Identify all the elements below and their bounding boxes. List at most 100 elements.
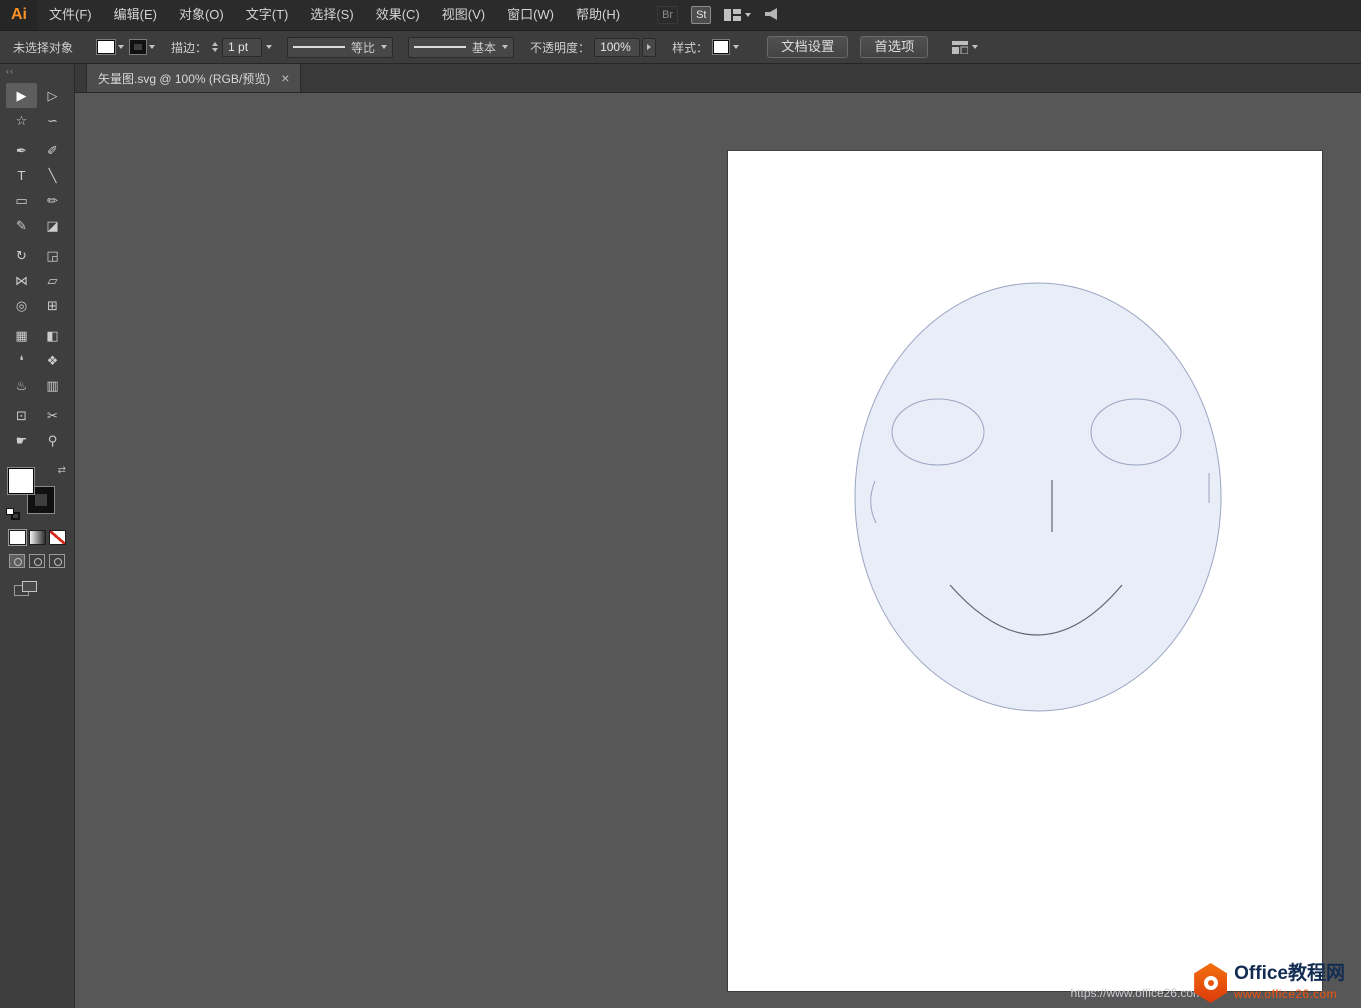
- style-swatch[interactable]: [713, 40, 730, 54]
- type-tool[interactable]: T: [6, 163, 37, 188]
- share-icon[interactable]: [764, 7, 780, 24]
- watermark-faint-url: https://www.office26.com: [1070, 986, 1203, 1000]
- zoom-tool[interactable]: ⚲: [37, 428, 68, 453]
- stroke-swatch[interactable]: [130, 40, 146, 54]
- fill-swatch[interactable]: [97, 40, 115, 54]
- document-tab-bar: 矢量图.svg @ 100% (RGB/预览) ×: [75, 64, 1361, 93]
- hand-tool[interactable]: ☛: [6, 428, 37, 453]
- megaphone-icon: [765, 7, 778, 20]
- document-tab[interactable]: 矢量图.svg @ 100% (RGB/预览) ×: [86, 64, 302, 92]
- menu-edit[interactable]: 编辑(E): [103, 0, 168, 30]
- screen-mode-front-icon: [22, 581, 37, 592]
- bridge-icon[interactable]: Br: [657, 6, 679, 24]
- stroke-color-well[interactable]: [130, 40, 155, 54]
- draw-normal-button[interactable]: [9, 554, 25, 568]
- perspective-grid-tool[interactable]: ⊞: [37, 293, 68, 318]
- free-transform-tool[interactable]: ▱: [37, 268, 68, 293]
- opacity-label: 不透明度：: [530, 40, 591, 55]
- menu-effect[interactable]: 效果(C): [365, 0, 431, 30]
- stepper-up-icon[interactable]: [212, 42, 219, 46]
- style-dropdown-icon[interactable]: [733, 45, 740, 49]
- blend-tool[interactable]: ❖: [37, 348, 68, 373]
- width-profile-dropdown[interactable]: 等比: [287, 36, 394, 58]
- selection-tool[interactable]: ▶: [6, 83, 37, 108]
- pen-tool[interactable]: ✒: [6, 138, 37, 163]
- collapse-toolbar-icon[interactable]: ‹‹: [0, 64, 74, 79]
- app-logo[interactable]: Ai: [0, 0, 38, 30]
- preferences-button[interactable]: 首选项: [860, 36, 929, 58]
- opacity-input[interactable]: 100%: [594, 37, 641, 57]
- magic-wand-tool[interactable]: ☆: [6, 108, 37, 133]
- shape-builder-tool[interactable]: ◎: [6, 293, 37, 318]
- panel-toggle[interactable]: [952, 40, 979, 54]
- workspace-switcher-icon[interactable]: [724, 9, 752, 21]
- watermark-url: www.office26.com: [1234, 987, 1338, 1002]
- menu-bar: Ai 文件(F) 编辑(E) 对象(O) 文字(T) 选择(S) 效果(C) 视…: [0, 0, 1361, 30]
- opacity-panel-button[interactable]: [642, 37, 657, 57]
- menu-type[interactable]: 文字(T): [235, 0, 300, 30]
- fill-color-swatch[interactable]: [8, 468, 34, 494]
- tools-panel: ‹‹ ▶ ▷ ☆ ∽ ✒ ✐ T ╲ ▭ ✏ ✎ ◪ ↻ ◲ ⋈ ▱ ◎ ⊞ ▦…: [0, 64, 75, 1008]
- watermark-ring-icon: [1203, 976, 1218, 990]
- chevron-down-icon: [149, 45, 155, 49]
- illustrator-window: Ai 文件(F) 编辑(E) 对象(O) 文字(T) 选择(S) 效果(C) 视…: [0, 0, 1361, 1008]
- eraser-tool[interactable]: ◪: [37, 213, 68, 238]
- paintbrush-tool[interactable]: ✏: [37, 188, 68, 213]
- menu-select[interactable]: 选择(S): [299, 0, 364, 30]
- watermark: Office教程网 www.office26.com: [1194, 963, 1345, 1003]
- eyedropper-tool[interactable]: ❛: [6, 348, 37, 373]
- scale-tool[interactable]: ◲: [37, 243, 68, 268]
- document-setup-button[interactable]: 文档设置: [767, 36, 849, 58]
- face-ellipse[interactable]: [854, 282, 1222, 712]
- stroke-width-input[interactable]: 1 pt: [222, 37, 263, 57]
- default-fill-mini: [6, 508, 14, 515]
- menu-file[interactable]: 文件(F): [38, 0, 103, 30]
- close-tab-icon[interactable]: ×: [281, 71, 289, 85]
- mesh-tool[interactable]: ▦: [6, 323, 37, 348]
- swap-fill-stroke-icon[interactable]: ⇄: [58, 465, 66, 476]
- rotate-tool[interactable]: ↻: [6, 243, 37, 268]
- pencil-tool[interactable]: ✎: [6, 213, 37, 238]
- stepper-down-icon[interactable]: [212, 48, 219, 52]
- none-mode-button[interactable]: [48, 530, 66, 545]
- selection-status: 未选择对象: [13, 40, 74, 55]
- menu-object[interactable]: 对象(O): [168, 0, 235, 30]
- vector-drawing: [854, 282, 1222, 712]
- document-tab-title: 矢量图.svg @ 100% (RGB/预览): [98, 71, 271, 86]
- watermark-text-block: Office教程网 www.office26.com: [1234, 964, 1345, 1001]
- lasso-tool[interactable]: ∽: [37, 108, 68, 133]
- brush-definition-dropdown[interactable]: 基本: [408, 36, 515, 58]
- stroke-profile-preview: [293, 46, 346, 48]
- menu-help[interactable]: 帮助(H): [565, 0, 631, 30]
- gradient-tool[interactable]: ◧: [37, 323, 68, 348]
- control-bar: 未选择对象 描边： 1 pt 等比 基本 不透明度： 100% 样式： 文档设置…: [0, 30, 1361, 64]
- stock-icon[interactable]: St: [691, 6, 712, 24]
- gradient-mode-button[interactable]: [28, 530, 46, 545]
- brush-preview: [414, 46, 467, 48]
- color-mode-button[interactable]: [8, 530, 26, 545]
- chevron-down-icon: [972, 45, 979, 49]
- chevron-down-icon: [381, 45, 388, 49]
- default-fill-stroke-icon[interactable]: [6, 508, 22, 521]
- rectangle-tool[interactable]: ▭: [6, 188, 37, 213]
- width-tool[interactable]: ⋈: [6, 268, 37, 293]
- artboard-tool[interactable]: ⊡: [6, 403, 37, 428]
- color-mode-row: [0, 530, 74, 545]
- fill-color-well[interactable]: [97, 40, 124, 54]
- stroke-width-dropdown-icon[interactable]: [266, 45, 273, 49]
- draw-behind-button[interactable]: [29, 554, 45, 568]
- direct-selection-tool[interactable]: ▷: [37, 83, 68, 108]
- screen-mode-button[interactable]: [14, 581, 38, 597]
- draw-inside-button[interactable]: [49, 554, 65, 568]
- menu-window[interactable]: 窗口(W): [496, 0, 565, 30]
- line-segment-tool[interactable]: ╲: [37, 163, 68, 188]
- slice-tool[interactable]: ✂: [37, 403, 68, 428]
- canvas-area[interactable]: [75, 93, 1361, 1008]
- column-graph-tool[interactable]: ▥: [37, 373, 68, 398]
- chevron-down-icon: [502, 45, 509, 49]
- stroke-width-stepper[interactable]: [212, 42, 219, 52]
- artboard[interactable]: [728, 151, 1322, 991]
- curvature-tool[interactable]: ✐: [37, 138, 68, 163]
- symbol-sprayer-tool[interactable]: ♨: [6, 373, 37, 398]
- menu-view[interactable]: 视图(V): [431, 0, 496, 30]
